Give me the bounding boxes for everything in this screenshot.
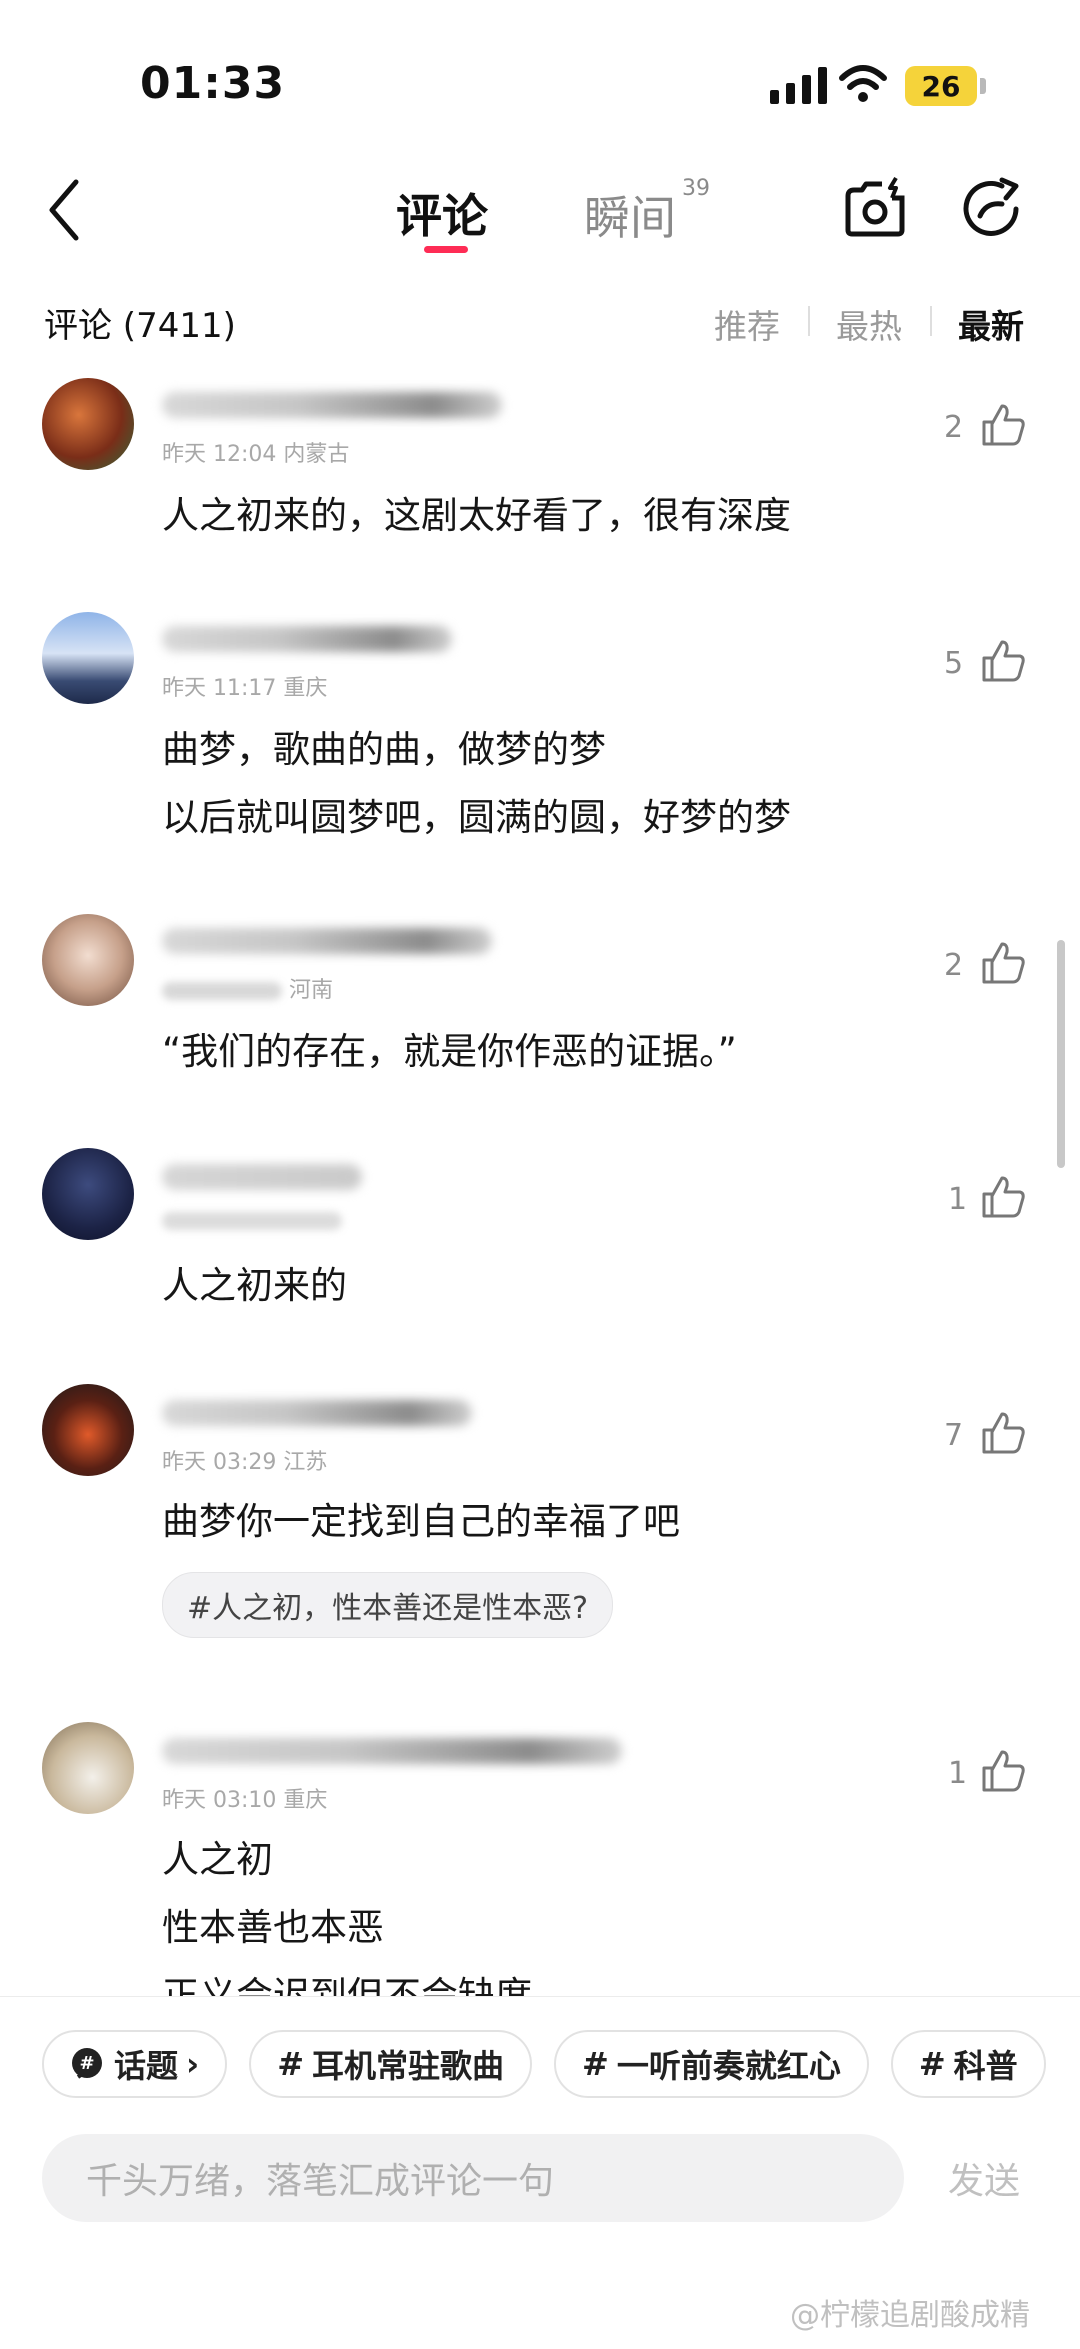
wifi-icon [839, 65, 887, 102]
username-blurred[interactable] [162, 1164, 362, 1190]
sort-divider [930, 306, 932, 336]
topics-label: 话题 [114, 2047, 179, 2085]
username-blurred[interactable] [162, 392, 502, 418]
thumbs-up-icon[interactable] [980, 638, 1026, 684]
comment-count: 评论 (7411) [44, 306, 236, 346]
like-count: 1 [948, 1756, 968, 1791]
scrollbar[interactable] [1057, 940, 1065, 1168]
comment-location: 河南 [289, 978, 334, 1003]
like-count: 1 [948, 1182, 968, 1217]
signal-icon [770, 66, 827, 104]
avatar[interactable] [42, 1722, 134, 1814]
camera-icon[interactable] [842, 176, 908, 240]
topic-suggestion-label: 一听前奏就红心 [616, 2047, 841, 2085]
comment-text: 人之初 性本善也本恶 正义会迟到但不会缺席 [162, 1826, 532, 1996]
comment-text: 人之初来的，这剧太好看了，很有深度 [162, 482, 791, 550]
watermark: @柠檬追剧酸成精 [790, 2298, 1030, 2333]
sort-hottest[interactable]: 最热 [836, 300, 902, 348]
topic-suggestion[interactable]: # 一听前奏就红心 [554, 2030, 869, 2098]
topic-suggestion[interactable]: # 耳机常驻歌曲 [249, 2030, 533, 2098]
avatar[interactable] [42, 612, 134, 704]
comment-line: 以后就叫圆梦吧，圆满的圆，好梦的梦 [162, 796, 791, 839]
tab-moments-badge: 39 [682, 176, 710, 201]
avatar[interactable] [42, 1148, 134, 1240]
thumbs-up-icon[interactable] [980, 1748, 1026, 1794]
like-count: 2 [944, 410, 964, 445]
topic-suggestions: # 话题 › # 耳机常驻歌曲 # 一听前奏就红心 # 科普 [42, 2030, 1046, 2098]
avatar[interactable] [42, 1384, 134, 1476]
avatar[interactable] [42, 378, 134, 470]
send-button[interactable]: 发送 [948, 2152, 1020, 2204]
sort-newest[interactable]: 最新 [958, 300, 1024, 348]
comment-line: 人之初 [162, 1838, 273, 1881]
username-blurred[interactable] [162, 928, 492, 954]
topic-suggestion-label: 耳机常驻歌曲 [312, 2047, 505, 2085]
comment-line: “我们的存在，就是你作恶的证据。” [162, 1030, 737, 1073]
svg-text:#: # [79, 2053, 94, 2074]
comment-text: 曲梦，歌曲的曲，做梦的梦 以后就叫圆梦吧，圆满的圆，好梦的梦 [162, 716, 791, 852]
chevron-right-icon: › [186, 2045, 200, 2083]
like-count: 7 [944, 1418, 964, 1453]
battery-level: 26 [921, 69, 961, 103]
comment-text: 人之初来的 [162, 1252, 347, 1320]
username-blurred[interactable] [162, 1400, 472, 1426]
comment-text: 曲梦你一定找到自己的幸福了吧 [162, 1488, 680, 1556]
meta-blurred [162, 982, 282, 1000]
share-icon[interactable] [958, 176, 1024, 242]
hash-icon: # [277, 2045, 305, 2083]
sort-divider [808, 306, 810, 336]
thumbs-up-icon[interactable] [980, 940, 1026, 986]
topic-chip[interactable]: #人之初，性本善还是性本恶? [162, 1572, 614, 1638]
topic-suggestion[interactable]: # 科普 [890, 2030, 1046, 2098]
topic-suggestion-label: 科普 [953, 2047, 1018, 2085]
comment-input-placeholder: 千头万绪，落笔汇成评论一句 [86, 2161, 555, 2202]
tab-active-indicator [424, 246, 468, 253]
comment-meta: 昨天 03:10 重庆 [162, 1788, 328, 1813]
comment-meta: 河南 [162, 972, 333, 1004]
like-count: 2 [944, 948, 964, 983]
tab-moments[interactable]: 瞬间39 [584, 176, 710, 248]
tab-moments-label: 瞬间 [584, 191, 676, 245]
username-blurred[interactable] [162, 1738, 622, 1764]
avatar[interactable] [42, 914, 134, 1006]
username-blurred[interactable] [162, 626, 452, 652]
hash-icon: # [918, 2045, 946, 2083]
comment-meta: 昨天 12:04 内蒙古 [162, 442, 350, 467]
topics-button[interactable]: # 话题 › [42, 2030, 228, 2098]
status-time: 01:33 [140, 58, 286, 109]
comment-meta: 昨天 03:29 江苏 [162, 1450, 328, 1475]
comment-meta: 昨天 11:17 重庆 [162, 676, 328, 701]
thumbs-up-icon[interactable] [980, 1410, 1026, 1456]
comment-line: 曲梦你一定找到自己的幸福了吧 [162, 1500, 680, 1543]
battery-icon: 26 [905, 66, 977, 106]
comment-line: 人之初来的，这剧太好看了，很有深度 [162, 494, 791, 537]
comment-line: 性本善也本恶 [162, 1906, 384, 1949]
comment-text: “我们的存在，就是你作恶的证据。” [162, 1018, 737, 1086]
tab-comments[interactable]: 评论 [396, 180, 488, 246]
thumbs-up-icon[interactable] [980, 402, 1026, 448]
comment-line: 人之初来的 [162, 1264, 347, 1307]
hash-icon: # [582, 2045, 609, 2083]
back-arrow-icon[interactable] [36, 170, 96, 250]
battery-tip [980, 78, 986, 94]
like-count: 5 [944, 646, 964, 681]
thumbs-up-icon[interactable] [980, 1174, 1026, 1220]
meta-blurred [162, 1212, 342, 1230]
comment-line: 正义会迟到但不会缺席 [162, 1974, 532, 1996]
comment-line: 曲梦，歌曲的曲，做梦的梦 [162, 728, 606, 771]
sort-recommended[interactable]: 推荐 [714, 300, 780, 348]
topic-bubble-icon: # [72, 2048, 102, 2079]
